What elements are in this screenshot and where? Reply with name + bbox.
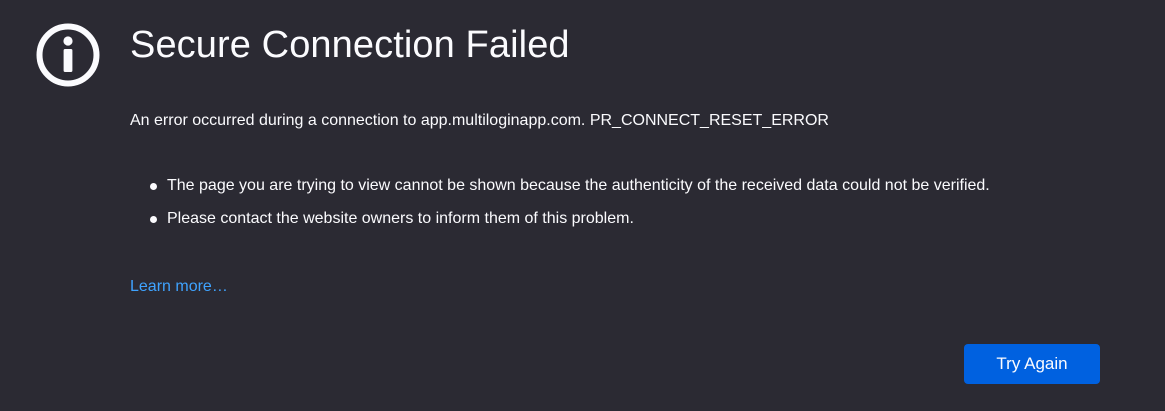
bullet-icon bbox=[150, 183, 157, 190]
learn-more-link[interactable]: Learn more… bbox=[130, 278, 228, 296]
page-title: Secure Connection Failed bbox=[130, 24, 570, 66]
error-page: Secure Connection Failed An error occurr… bbox=[0, 0, 1165, 411]
error-detail-text: The page you are trying to view cannot b… bbox=[167, 177, 990, 194]
info-icon bbox=[36, 23, 100, 87]
error-details-list: The page you are trying to view cannot b… bbox=[130, 174, 1110, 240]
try-again-button[interactable]: Try Again bbox=[964, 344, 1100, 384]
error-detail-item: Please contact the website owners to inf… bbox=[130, 207, 1110, 231]
error-detail-text: Please contact the website owners to inf… bbox=[167, 210, 634, 227]
error-detail-item: The page you are trying to view cannot b… bbox=[130, 174, 1110, 198]
error-short-description: An error occurred during a connection to… bbox=[130, 112, 829, 129]
bullet-icon bbox=[150, 216, 157, 223]
